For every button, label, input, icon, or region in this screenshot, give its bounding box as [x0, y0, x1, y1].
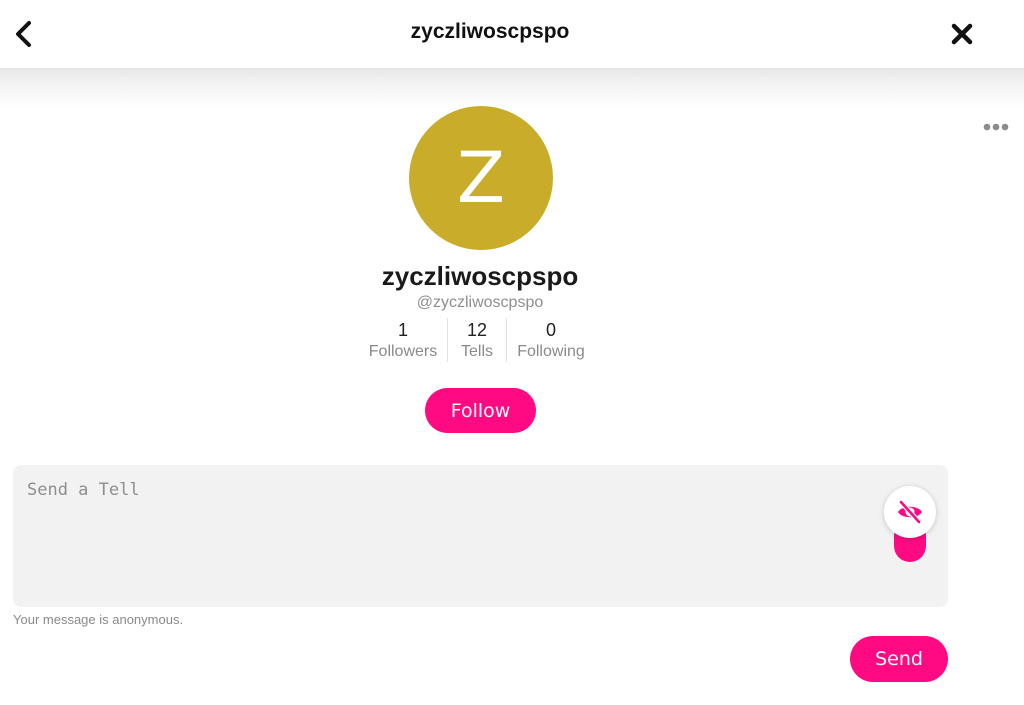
more-options-button[interactable]: [982, 118, 1010, 136]
stat-tells[interactable]: 12 Tells: [447, 318, 506, 362]
more-horizontal-icon: [983, 123, 1009, 131]
send-button[interactable]: Send: [850, 636, 948, 682]
close-icon: [951, 23, 973, 45]
stat-following[interactable]: 0 Following: [506, 318, 595, 362]
profile-display-name: zyczliwoscpspo: [381, 261, 579, 291]
stat-followers[interactable]: 1 Followers: [359, 318, 447, 362]
stat-label: Followers: [368, 343, 438, 360]
eye-off-icon: [898, 499, 922, 525]
tell-input[interactable]: [13, 465, 873, 607]
close-button[interactable]: [946, 18, 978, 50]
stat-value: 0: [545, 320, 556, 340]
anonymous-toggle[interactable]: [884, 486, 936, 538]
page-title: zyczliwoscpspo: [410, 20, 570, 43]
header-shadow: [0, 68, 1024, 108]
stat-value: 12: [466, 320, 488, 340]
top-bar: zyczliwoscpspo: [0, 0, 1024, 68]
follow-button[interactable]: Follow: [425, 388, 536, 433]
anonymous-note: Your message is anonymous.: [13, 612, 184, 627]
profile-handle: @zyczliwoscpspo: [416, 294, 544, 311]
stat-value: 1: [397, 320, 408, 340]
avatar: Z: [409, 106, 553, 250]
tell-compose-box: [13, 465, 948, 607]
stat-label: Tells: [460, 343, 493, 360]
profile-stats: 1 Followers 12 Tells 0 Following: [359, 318, 595, 362]
stat-label: Following: [517, 343, 585, 360]
